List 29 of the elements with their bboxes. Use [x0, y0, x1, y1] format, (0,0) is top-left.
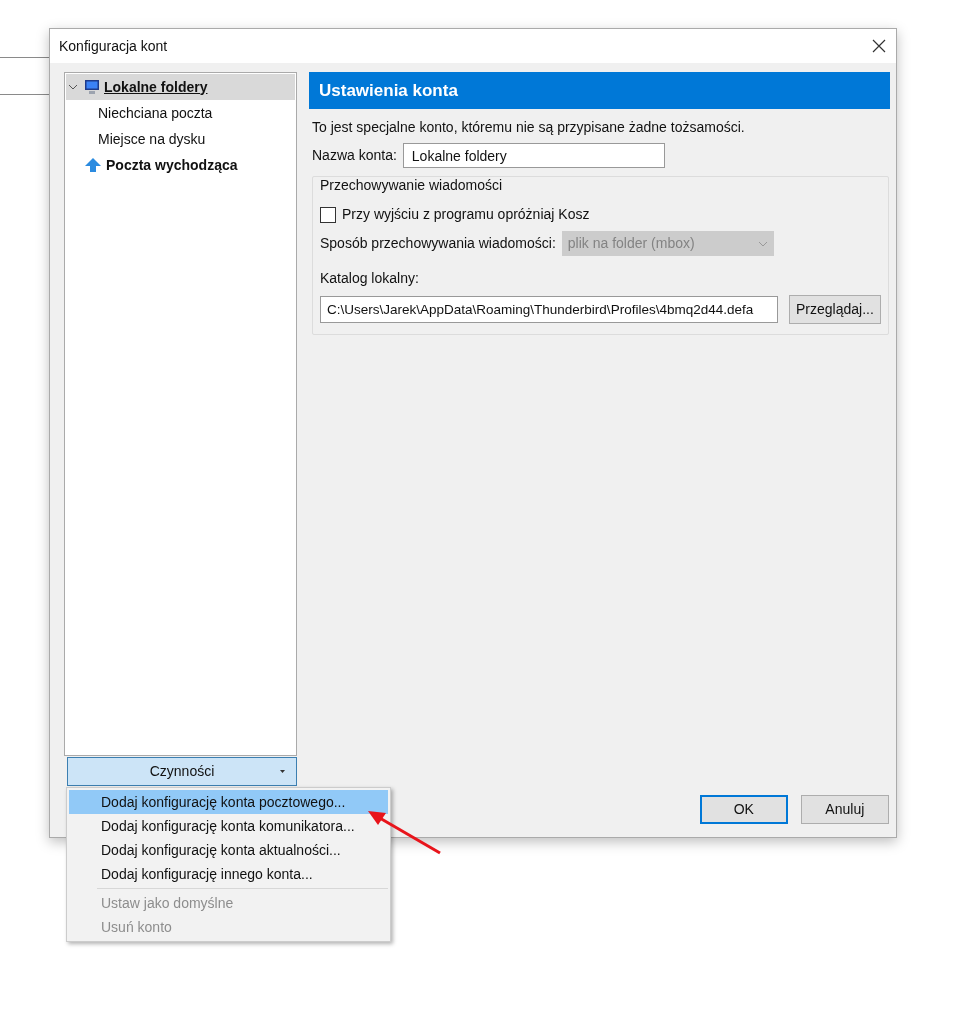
chevron-icon[interactable] [68, 82, 78, 92]
menu-item[interactable]: Dodaj konfigurację innego konta... [69, 862, 388, 886]
browse-button[interactable]: Przeglądaj... [789, 295, 881, 324]
menu-item[interactable]: Dodaj konfigurację konta pocztowego... [69, 790, 388, 814]
upload-arrow-icon [84, 157, 102, 173]
tree-item[interactable]: Poczta wychodząca [66, 152, 295, 178]
chevron-down-icon [757, 240, 768, 247]
close-icon[interactable] [872, 39, 886, 53]
group-legend: Przechowywanie wiadomości [320, 175, 881, 196]
account-name-field[interactable]: Lokalne foldery [402, 143, 665, 168]
tree-item[interactable]: Lokalne foldery [66, 74, 295, 100]
menu-item[interactable]: Dodaj konfigurację konta aktualności... [69, 838, 388, 862]
description-text: To jest specjalne konto, któremu nie są przypisane żadne tożsamości. [312, 118, 746, 137]
checkbox-label: Przy wyjściu z programu opróżniaj Kosz [342, 205, 590, 224]
menu-item[interactable]: Dodaj konfigurację konta komunikatora... [69, 814, 388, 838]
window-title: Konfiguracja kont [59, 36, 168, 56]
section-header: Ustawienia konta [309, 72, 890, 109]
dialog-button[interactable]: Anuluj [800, 795, 889, 824]
computer-icon [84, 79, 100, 95]
actions-button[interactable]: Czynności [67, 757, 297, 786]
tree-item[interactable]: Miejsce na dysku [74, 126, 295, 152]
dropdown-arrow-icon [280, 770, 285, 773]
local-directory-label: Katalog lokalny: [320, 269, 420, 288]
store-type-label: Sposób przechowywania wiadomości: [320, 234, 556, 253]
local-directory-field[interactable]: C:\Users\Jarek\AppData\Roaming\Thunderbird\Profiles\4bmq2d44.defa [320, 296, 778, 323]
tree-item[interactable]: Niechciana poczta [74, 100, 295, 126]
checkbox[interactable] [320, 206, 336, 223]
account-name-label: Nazwa konta: [312, 146, 397, 165]
dialog-button[interactable]: OK [699, 795, 788, 824]
